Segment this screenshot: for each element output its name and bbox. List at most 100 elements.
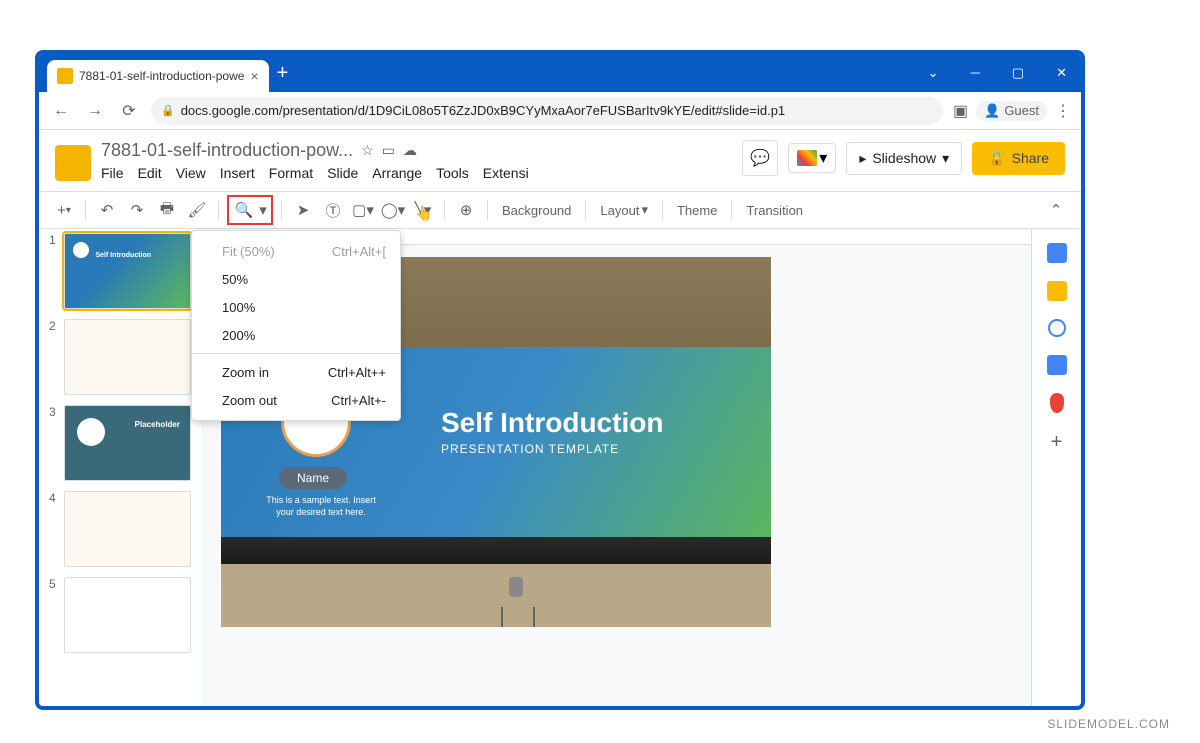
slide-thumb-4[interactable] [64, 491, 191, 567]
zoom-50-item[interactable]: 50% [192, 265, 400, 293]
new-slide-button[interactable]: +▾ [51, 197, 77, 223]
name-label: Name [279, 467, 347, 489]
menu-edit[interactable]: Edit [138, 165, 162, 181]
menu-extensions[interactable]: Extensi [483, 165, 529, 181]
browser-tab[interactable]: 7881-01-self-introduction-powe × [47, 60, 269, 92]
lock-icon: 🔒 [161, 104, 175, 117]
play-icon: ▸ [859, 150, 866, 167]
zoom-200-item[interactable]: 200% [192, 321, 400, 349]
tab-title: 7881-01-self-introduction-powe [79, 69, 244, 83]
contacts-icon[interactable] [1047, 355, 1067, 375]
app-header: 7881-01-self-introduction-pow... ☆ ▭ ☁ F… [39, 130, 1081, 181]
zoom-button[interactable]: 🔍 [231, 197, 257, 223]
menu-format[interactable]: Format [269, 165, 313, 181]
tab-close-icon[interactable]: × [250, 68, 258, 84]
caret-down-icon: ▾ [942, 150, 949, 167]
redo-button[interactable]: ↷ [124, 197, 150, 223]
undo-button[interactable]: ↶ [94, 197, 120, 223]
cloud-status-icon[interactable]: ☁ [403, 142, 417, 159]
watermark: SLIDEMODEL.COM [1047, 717, 1170, 731]
add-on-button[interactable]: + [1051, 431, 1063, 454]
zoom-dropdown-menu: Fit (50%)Ctrl+Alt+[ 50% 100% 200% Zoom i… [191, 230, 401, 421]
background-button[interactable]: Background [496, 203, 577, 218]
menu-arrange[interactable]: Arrange [372, 165, 422, 181]
zoom-fit-item[interactable]: Fit (50%)Ctrl+Alt+[ [192, 237, 400, 265]
forward-button[interactable]: → [83, 99, 107, 123]
slide-thumb-5[interactable] [64, 577, 191, 653]
back-button[interactable]: ← [49, 99, 73, 123]
slide-title: Self Introduction [441, 407, 663, 439]
comment-button[interactable]: ⊕ [453, 197, 479, 223]
thumb-number: 3 [49, 405, 58, 481]
menu-file[interactable]: File [101, 165, 124, 181]
thumb-number: 4 [49, 491, 58, 567]
toolbar: +▾ ↶ ↷ 🖶 🖌 🔍 ▾ 👆 ➤ Ⓣ ▢▾ ◯▾ ╲▾ ⊕ Backgrou… [39, 191, 1081, 229]
textbox-tool[interactable]: Ⓣ [320, 197, 346, 223]
thumb-number: 1 [49, 233, 58, 309]
url-text: docs.google.com/presentation/d/1D9CiL08o… [181, 103, 785, 118]
reload-button[interactable]: ⟳ [117, 99, 141, 123]
tasks-icon[interactable] [1048, 319, 1066, 337]
hide-sidepanel-button[interactable]: › [1054, 707, 1059, 710]
calendar-icon[interactable] [1047, 243, 1067, 263]
chevron-down-icon[interactable]: ⌄ [922, 63, 945, 83]
thumbnail-panel: 1 Self Introduction 2 3 Placeholder 4 [39, 229, 201, 710]
thumb-number: 5 [49, 577, 58, 653]
browser-window: 7881-01-self-introduction-powe × + ⌄ ─ ▢… [35, 50, 1085, 710]
maps-icon[interactable] [1050, 393, 1064, 413]
zoom-tool-highlight: 🔍 ▾ 👆 [227, 195, 273, 225]
layout-button[interactable]: Layout▾ [594, 202, 654, 218]
collapse-toolbar-button[interactable]: ⌃ [1043, 197, 1069, 223]
keep-icon[interactable] [1047, 281, 1067, 301]
tab-overview-icon[interactable]: ▣ [953, 101, 968, 121]
zoom-out-item[interactable]: Zoom outCtrl+Alt+- [192, 386, 400, 414]
new-tab-button[interactable]: + [277, 62, 289, 85]
slides-logo-icon[interactable] [55, 145, 91, 181]
paint-format-button[interactable]: 🖌 [184, 197, 210, 223]
browser-menu-icon[interactable]: ⋮ [1055, 101, 1071, 121]
zoom-in-item[interactable]: Zoom inCtrl+Alt++ [192, 358, 400, 386]
sample-text: This is a sample text. Insert your desir… [261, 495, 381, 518]
meet-icon [797, 150, 817, 166]
menu-view[interactable]: View [176, 165, 206, 181]
share-button[interactable]: 🔒 Share [972, 142, 1065, 175]
transition-button[interactable]: Transition [740, 203, 809, 218]
slide-thumb-3[interactable]: Placeholder [64, 405, 191, 481]
zoom-dropdown-caret[interactable]: ▾ [257, 197, 269, 223]
doc-title[interactable]: 7881-01-self-introduction-pow... [101, 140, 353, 161]
theme-button[interactable]: Theme [671, 203, 723, 218]
menu-slide[interactable]: Slide [327, 165, 358, 181]
person-icon: 👤 [984, 103, 1000, 119]
address-bar[interactable]: 🔒 docs.google.com/presentation/d/1D9CiL0… [151, 97, 943, 125]
caret-down-icon: ▾ [819, 148, 827, 168]
window-titlebar: 7881-01-self-introduction-powe × + ⌄ ─ ▢… [39, 54, 1081, 92]
slide-subtitle: PRESENTATION TEMPLATE [441, 442, 619, 456]
image-tool[interactable]: ▢▾ [350, 197, 376, 223]
menu-insert[interactable]: Insert [220, 165, 255, 181]
chair-image [491, 577, 541, 627]
select-tool[interactable]: ➤ [290, 197, 316, 223]
thumb-number: 2 [49, 319, 58, 395]
minimize-button[interactable]: ─ [965, 63, 986, 83]
close-window-button[interactable]: ✕ [1050, 63, 1073, 83]
guest-label: Guest [1004, 103, 1039, 118]
profile-chip[interactable]: 👤 Guest [976, 101, 1047, 121]
meet-button[interactable]: ▾ [788, 143, 836, 173]
side-panel: + › [1031, 229, 1081, 710]
url-bar: ← → ⟳ 🔒 docs.google.com/presentation/d/1… [39, 92, 1081, 130]
maximize-button[interactable]: ▢ [1006, 63, 1030, 83]
line-tool[interactable]: ╲▾ [410, 197, 436, 223]
move-icon[interactable]: ▭ [382, 142, 395, 159]
slide-thumb-2[interactable] [64, 319, 191, 395]
comments-button[interactable]: 💬 [742, 140, 778, 176]
slides-favicon-icon [57, 68, 73, 84]
star-icon[interactable]: ☆ [361, 142, 374, 159]
print-button[interactable]: 🖶 [154, 197, 180, 223]
menu-tools[interactable]: Tools [436, 165, 469, 181]
lock-icon: 🔒 [988, 150, 1005, 167]
slide-thumb-1[interactable]: Self Introduction [64, 233, 191, 309]
zoom-100-item[interactable]: 100% [192, 293, 400, 321]
menubar: File Edit View Insert Format Slide Arran… [101, 165, 732, 181]
slideshow-button[interactable]: ▸ Slideshow ▾ [846, 142, 962, 175]
shape-tool[interactable]: ◯▾ [380, 197, 406, 223]
